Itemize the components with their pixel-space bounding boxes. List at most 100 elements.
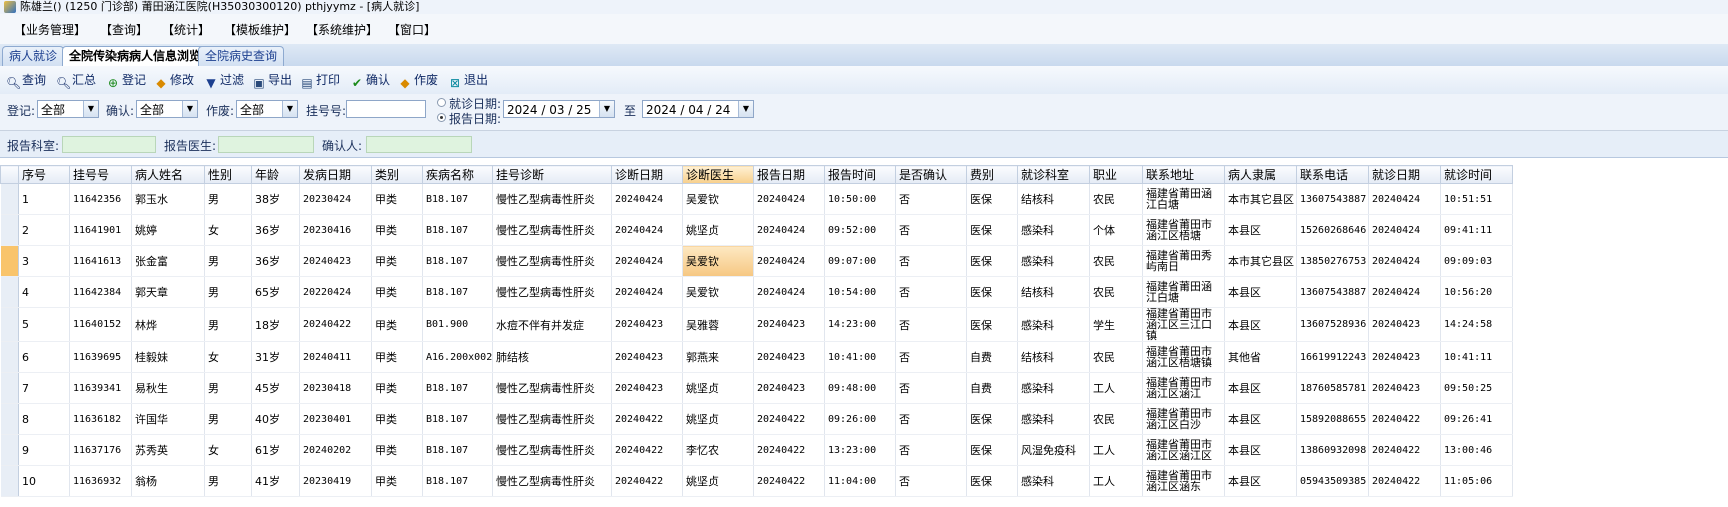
query-button[interactable]: 🔍︎查询 [6,72,46,90]
exit-button[interactable]: ⊠ 退出 [448,72,488,90]
table-row[interactable]: 1 11642356 郭玉水男 38岁 20230424 甲类 B18.107 慢性乙型病毒性… [0,183,1513,215]
filter-button[interactable]: ▼ 过滤 [204,72,244,90]
modify-button[interactable]: ◆ 修改 [154,72,194,90]
table-cell: 农民 [1089,403,1143,435]
column-header[interactable]: 就诊科室 [1017,165,1090,184]
column-header[interactable]: 报告日期 [753,165,825,184]
confirm-label: 确认: [106,104,135,118]
column-header[interactable]: 年龄 [251,165,300,184]
table-cell: 甲类 [371,465,423,497]
column-header[interactable]: 性别 [204,165,252,184]
row-selector[interactable] [0,183,19,215]
row-selector[interactable] [0,434,19,466]
table-cell: 20240422 [1368,434,1441,466]
void-button[interactable]: ◆ 作废 [398,72,438,90]
report-doctor-input[interactable] [218,136,314,153]
menu-statistics[interactable]: 【统计】 [162,21,210,38]
row-selector[interactable] [0,276,19,308]
table-row[interactable]: 7 11639341 易秋生男 45岁 20230418 甲类 B18.107 慢性乙型病毒性… [0,372,1513,404]
export-button[interactable]: ▣ 导出 [252,72,292,90]
column-header[interactable]: 就诊日期 [1368,165,1441,184]
void-select[interactable]: 全部 ▼ [236,100,298,118]
table-cell: 自费 [966,341,1018,373]
row-selector[interactable] [0,341,19,373]
table-row[interactable]: 6 11639695 桂毅妹女 31岁 20240411 甲类 A16.200x002 肺结核… [0,341,1513,373]
table-cell: 甲类 [371,403,423,435]
column-header[interactable]: 报告时间 [824,165,896,184]
plus-circle-icon: ⊕ [107,76,119,90]
date-from-picker[interactable]: 2024 / 03 / 25 ▼ [503,100,615,118]
date-to-picker[interactable]: 2024 / 04 / 24 ▼ [642,100,754,118]
table-cell: 15892088655 [1296,403,1369,435]
table-cell: 甲类 [371,341,423,373]
row-selector[interactable] [0,307,19,342]
table-cell: 男 [204,372,252,404]
table-row[interactable]: 10 11636932 翁杨男 41岁 20230419 甲类 B18.107 慢性乙型病毒性… [0,465,1513,497]
table-cell: 11636182 [69,403,132,435]
menu-system[interactable]: 【系统维护】 [306,21,378,38]
table-cell: 否 [895,465,967,497]
table-cell: 10:50:00 [824,183,896,215]
table-cell: 本县区 [1224,307,1297,342]
register-button[interactable]: ⊕ 登记 [106,72,146,90]
column-header[interactable]: 职业 [1089,165,1143,184]
column-header[interactable]: 病人姓名 [131,165,205,184]
menu-window[interactable]: 【窗口】 [388,21,436,38]
table-row[interactable]: 5 11640152 林烨男 18岁 20240422 甲类 B01.900 水痘不伴有并发症… [0,307,1513,342]
report-date-radio[interactable] [437,113,446,122]
column-header[interactable]: 诊断医生 [682,165,754,184]
row-selector[interactable] [0,214,19,246]
table-cell: 医保 [966,403,1018,435]
row-selector[interactable] [0,403,19,435]
column-header[interactable]: 联系电话 [1296,165,1369,184]
summary-button[interactable]: 🔍︎汇总 [56,72,96,90]
table-cell: 易秋生 [131,372,205,404]
column-header[interactable]: 序号 [18,165,70,184]
table-cell: 20240423 [1368,307,1441,342]
table-cell: 36岁 [251,214,300,246]
column-header[interactable]: 联系地址 [1142,165,1225,184]
table-cell: 翁杨 [131,465,205,497]
menu-query[interactable]: 【查询】 [100,21,148,38]
column-header[interactable]: 诊断日期 [611,165,683,184]
column-header[interactable]: 是否确认 [895,165,967,184]
table-row[interactable]: 4 11642384 郭天章男 65岁 20220424 甲类 B18.107 慢性乙型病毒性… [0,276,1513,308]
table-cell: 福建省莆田市涵江区梧塘 [1142,214,1225,246]
row-selector[interactable] [0,245,19,277]
table-cell: 20240424 [753,183,825,215]
table-cell: 65岁 [251,276,300,308]
table-row[interactable]: 3 11641613 张金富男 36岁 20240423 甲类 B18.107 慢性乙型病毒性… [0,245,1513,277]
row-selector[interactable] [0,465,19,497]
confirmer-input[interactable] [366,136,472,153]
table-cell: 10:56:20 [1440,276,1513,308]
column-header[interactable]: 疾病名称 [422,165,493,184]
confirm-select[interactable]: 全部 ▼ [136,100,198,118]
register-select[interactable]: 全部 ▼ [37,100,99,118]
table-cell: 甲类 [371,183,423,215]
column-header[interactable]: 费别 [966,165,1018,184]
column-header[interactable]: 就诊时间 [1440,165,1513,184]
table-row[interactable]: 8 11636182 许国华男 40岁 20230401 甲类 B18.107 慢性乙型病毒性… [0,403,1513,435]
regno-input[interactable] [346,100,426,118]
tab-infectious-browse[interactable]: 全院传染病病人信息浏览 [62,46,209,68]
column-header[interactable]: 挂号诊断 [492,165,612,184]
table-row[interactable]: 2 11641901 姚婷女 36岁 20230416 甲类 B18.107 慢性乙型病毒性肝… [0,214,1513,246]
table-cell: 16619912243 [1296,341,1369,373]
grid-corner[interactable] [0,165,19,184]
column-header[interactable]: 挂号号 [69,165,132,184]
tab-patient-visit[interactable]: 病人就诊 [2,46,65,66]
visit-date-radio[interactable] [437,98,446,107]
report-dept-input[interactable] [62,136,156,153]
column-header[interactable]: 病人隶属 [1224,165,1297,184]
tab-history-query[interactable]: 全院病史查询 [198,46,285,66]
table-cell: 福建省莆田市涵江区白沙 [1142,403,1225,435]
menu-template[interactable]: 【模板维护】 [224,21,296,38]
menu-business[interactable]: 【业务管理】 [14,21,86,38]
confirm-button[interactable]: ✔ 确认 [350,72,390,90]
table-row[interactable]: 9 11637176 苏秀英女 61岁 20240202 甲类 B18.107 慢性乙型病毒性… [0,434,1513,466]
column-header[interactable]: 类别 [371,165,423,184]
row-selector[interactable] [0,372,19,404]
patient-table: 序号 挂号号 病人姓名 性别 年龄 发病日期 类别 疾病名称 挂号诊断 诊断日期 诊断医生 报告日期报… [0,165,1513,497]
column-header[interactable]: 发病日期 [299,165,372,184]
print-button[interactable]: ▤ 打印 [300,72,340,90]
